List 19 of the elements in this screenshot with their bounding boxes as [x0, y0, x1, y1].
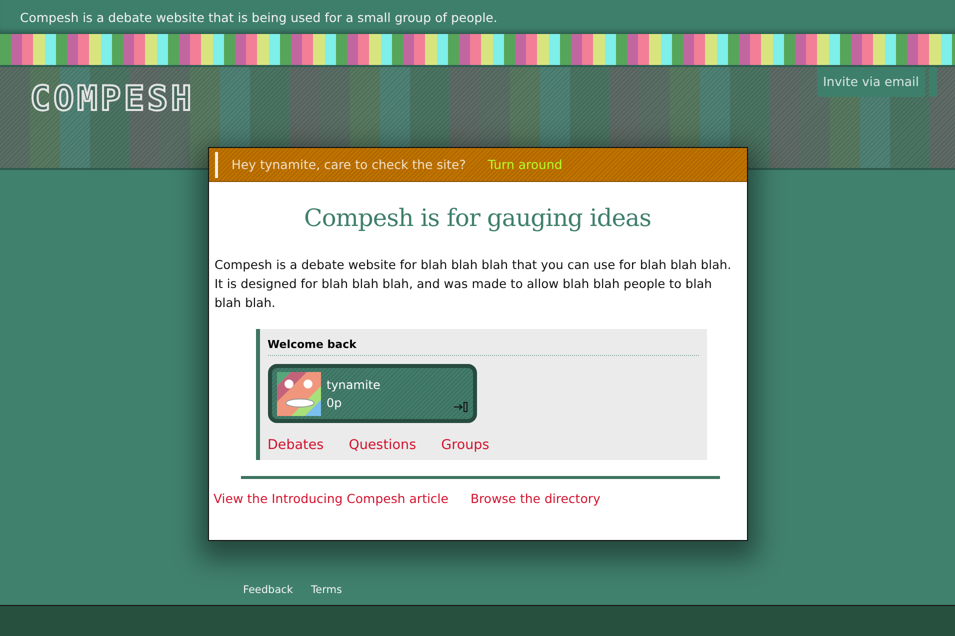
logout-icon[interactable] [454, 402, 468, 412]
page-title: Compesh is for gauging ideas [302, 204, 652, 232]
user-card[interactable]: tynamite 0p [268, 364, 476, 423]
section-link[interactable]: Questions [348, 437, 416, 453]
avatar-icon [276, 372, 320, 416]
notice-text: Hey tynamite, care to check the site? [232, 157, 466, 172]
section-link[interactable]: Groups [441, 437, 490, 453]
footer-article-link[interactable]: Browse the directory [470, 491, 600, 506]
footer-link[interactable]: Terms [311, 584, 342, 600]
notice-link[interactable]: Turn around [488, 157, 562, 172]
invite-button[interactable]: Invite via email [816, 67, 925, 97]
user-points: 0p [326, 396, 343, 410]
footer-link[interactable]: Feedback [243, 584, 294, 600]
footer-article-link[interactable]: View the Introducing Compesh article [214, 491, 448, 506]
section-link[interactable]: Debates [268, 437, 324, 453]
intro-text: Compesh is a debate website for blah blah blah that you can use for blah blah blah. It is designed for blah blah blah, and was made to allow blah blah people to blah blah blah. [214, 257, 732, 312]
welcome-heading: Welcome back [268, 338, 698, 356]
username: tynamite [326, 378, 382, 392]
site-tagline: Compesh is a debate website that is being used for a small group of people. [20, 10, 498, 24]
